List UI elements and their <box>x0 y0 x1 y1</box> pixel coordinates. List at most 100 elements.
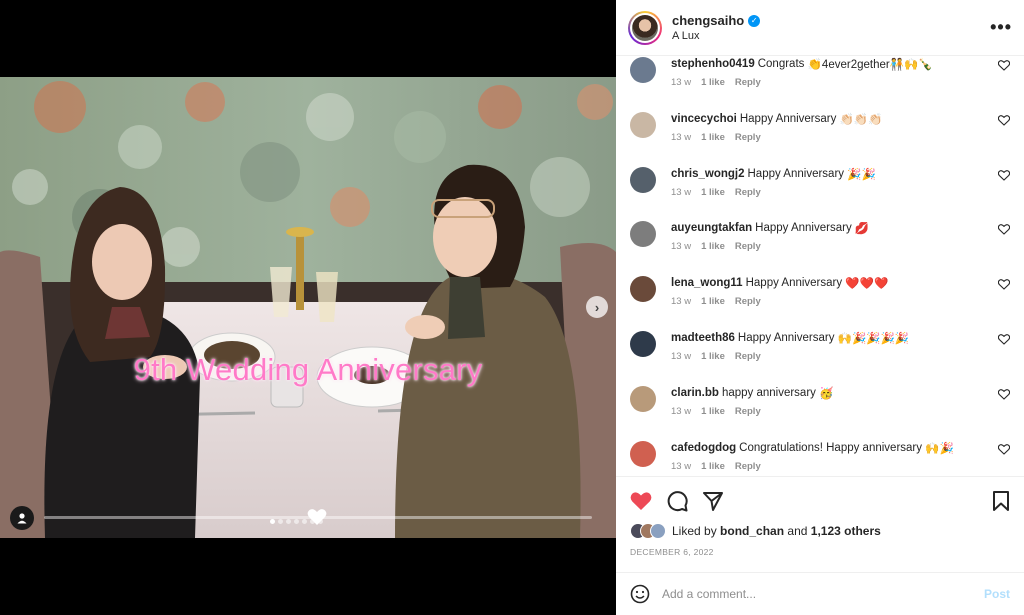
comment-emoji: 🥳 <box>819 387 834 400</box>
comment-text: cafedogdog Congratulations! Happy anniver… <box>671 440 1010 457</box>
avatar[interactable] <box>630 385 656 412</box>
comment-reply-button[interactable]: Reply <box>735 351 761 362</box>
comment-like-count[interactable]: 1 like <box>701 77 725 88</box>
comment-text: chris_wongj2 Happy Anniversary 🎉🎉 <box>671 166 1010 183</box>
author-username[interactable]: chengsaiho <box>672 13 744 28</box>
comment-emoji: 🙌🎉 <box>925 442 954 455</box>
comment-item: auyeungtakfan Happy Anniversary 💋 13 w 1 li… <box>630 220 1010 275</box>
comment-username[interactable]: vincecychoi <box>671 113 737 125</box>
comment-username[interactable]: chris_wongj2 <box>671 168 745 180</box>
comment-input[interactable] <box>662 587 984 601</box>
heart-outline-icon[interactable] <box>998 224 1010 236</box>
comment-body: Happy Anniversary <box>747 167 845 180</box>
post-location[interactable]: A Lux <box>672 30 760 42</box>
comment-body: Happy Anniversary <box>739 112 837 125</box>
heart-outline-icon[interactable] <box>998 114 1010 126</box>
comment-username[interactable]: lena_wong11 <box>671 277 743 289</box>
comment-item: lena_wong11 Happy Anniversary ❤️❤️❤️ 13 w1… <box>630 275 1010 330</box>
comment-reply-button[interactable]: Reply <box>735 461 761 472</box>
post-date[interactable]: DECEMBER 6, 2022 <box>630 547 1010 557</box>
comment-reply-button[interactable]: Reply <box>735 406 761 417</box>
comment-like-count[interactable]: 1 like <box>701 351 725 362</box>
heart-outline-icon[interactable] <box>998 443 1010 455</box>
comment-time[interactable]: 13 w <box>671 241 691 252</box>
liked-by-others[interactable]: 1,123 others <box>811 524 881 538</box>
post-comment-button[interactable]: Post <box>984 587 1010 601</box>
comment-like-count[interactable]: 1 like <box>701 132 725 143</box>
add-comment-bar: Post <box>616 572 1024 615</box>
comment-time[interactable]: 13 w <box>671 77 691 88</box>
instagram-post: 9th Wedding Anniversary › chengsaiho ✓ A… <box>0 0 1024 615</box>
comment-username[interactable]: auyeungtakfan <box>671 222 752 234</box>
comment-emoji: 💋 <box>854 223 870 236</box>
comment-body: happy anniversary <box>721 386 816 399</box>
comment-time[interactable]: 13 w <box>671 187 691 198</box>
heart-outline-icon[interactable] <box>998 60 1010 71</box>
avatar[interactable] <box>630 57 656 83</box>
comment-meta: 13 w 1 like Reply <box>671 77 1010 88</box>
comment-reply-button[interactable]: Reply <box>735 77 761 88</box>
verified-badge-icon: ✓ <box>748 14 761 27</box>
author-avatar[interactable] <box>628 10 662 45</box>
comment-text: madteeth86 Happy Anniversary 🙌🎉🎉🎉🎉 <box>671 330 1010 347</box>
liked-by-user[interactable]: bond_chan <box>720 524 784 538</box>
more-options-button[interactable]: ••• <box>990 17 1012 38</box>
comment-item: cafedogdog Congratulations! Happy anniver… <box>630 440 1010 476</box>
heart-outline-icon[interactable] <box>998 334 1010 345</box>
heart-filled-icon[interactable] <box>630 491 652 511</box>
comment-reply-button[interactable]: Reply <box>735 296 761 307</box>
comment-emoji: 👏🏻👏🏻👏🏻 <box>839 113 883 126</box>
tagged-users-button[interactable] <box>10 506 34 530</box>
heart-outline-icon[interactable] <box>998 388 1010 400</box>
avatar[interactable] <box>630 440 656 467</box>
heart-outline-icon[interactable] <box>998 169 1010 181</box>
comment-time[interactable]: 13 w <box>671 351 691 362</box>
comment-username[interactable]: stephenho0419 <box>671 58 755 70</box>
comment-like-count[interactable]: 1 like <box>701 296 725 307</box>
comment-like-count[interactable]: 1 like <box>701 406 725 417</box>
comment-reply-button[interactable]: Reply <box>735 241 761 252</box>
comment-reply-button[interactable]: Reply <box>735 187 761 198</box>
heart-outline-icon[interactable] <box>998 279 1010 290</box>
comment-body: Congratulations! Happy anniversary <box>739 441 922 454</box>
share-icon[interactable] <box>702 490 724 512</box>
comment-like-count[interactable]: 1 like <box>701 187 725 198</box>
comment-time[interactable]: 13 w <box>671 461 691 472</box>
carousel-next-button[interactable]: › <box>586 296 608 318</box>
comment-body: Happy Anniversary <box>755 222 852 235</box>
smiley-icon[interactable] <box>630 584 650 604</box>
comment-text: auyeungtakfan Happy Anniversary 💋 <box>671 220 1010 237</box>
comment-item: clarin.bb happy anniversary 🥳 13 w 1 like Re… <box>630 385 1010 440</box>
comment-username[interactable]: madteeth86 <box>671 332 735 344</box>
comment-username[interactable]: cafedogdog <box>671 442 736 454</box>
comment-reply-button[interactable]: Reply <box>735 132 761 143</box>
comment-time[interactable]: 13 w <box>671 296 691 307</box>
avatar[interactable] <box>630 166 656 193</box>
comments-list: stephenho0419 Congrats 👏4ever2gether🧑‍🤝‍🧑… <box>616 56 1024 476</box>
comment-username[interactable]: clarin.bb <box>671 387 719 399</box>
comment-like-count[interactable]: 1 like <box>701 241 725 252</box>
comment-meta: 13 w 1 like Reply <box>671 187 1010 198</box>
heart-overlay-icon <box>307 509 327 525</box>
comment-meta: 13 w 1 like Reply <box>671 241 1010 252</box>
likes-summary: Liked by bond_chan and 1,123 others <box>630 523 1010 539</box>
avatar[interactable] <box>630 276 656 303</box>
comment-text: stephenho0419 Congrats 👏4ever2gether🧑‍🤝‍🧑… <box>671 56 1010 73</box>
avatar[interactable] <box>630 221 656 248</box>
comment-time[interactable]: 13 w <box>671 132 691 143</box>
comment-time[interactable]: 13 w <box>671 406 691 417</box>
comment-meta: 13 w 1 like Reply <box>671 461 1010 472</box>
comment-like-count[interactable]: 1 like <box>701 461 725 472</box>
liker-avatars <box>630 523 666 539</box>
comment-emoji: 🎉🎉 <box>847 168 876 181</box>
post-media: 9th Wedding Anniversary › <box>0 0 616 615</box>
comment-text: vincecychoi Happy Anniversary 👏🏻👏🏻👏🏻 <box>671 111 1010 128</box>
comment-emoji: 🙌🎉🎉🎉🎉 <box>837 332 910 345</box>
bookmark-icon[interactable] <box>992 490 1010 512</box>
more-horizontal-icon: ••• <box>990 17 1012 37</box>
post-photo <box>0 77 616 538</box>
avatar[interactable] <box>630 111 656 138</box>
comment-icon[interactable] <box>666 490 688 512</box>
avatar[interactable] <box>630 330 656 357</box>
avatar <box>650 523 666 539</box>
